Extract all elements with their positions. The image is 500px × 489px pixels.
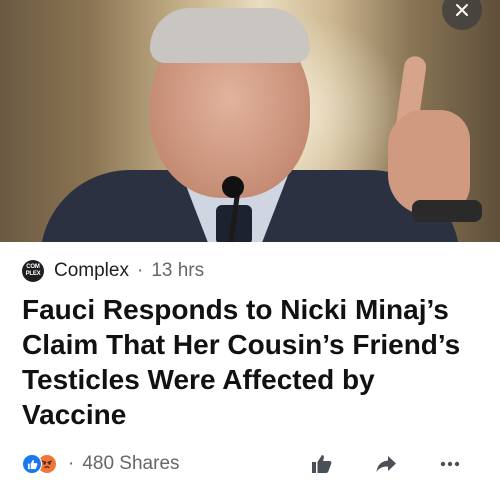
like-button[interactable] xyxy=(308,450,336,478)
article-headline[interactable]: Fauci Responds to Nicki Minaj’s Claim Th… xyxy=(22,292,472,432)
article-image[interactable] xyxy=(0,0,500,242)
reaction-icons[interactable] xyxy=(22,453,62,475)
photo-watch xyxy=(412,200,482,222)
source-logo-text: COMPLEX xyxy=(25,264,41,277)
post-timestamp[interactable]: 13 hrs xyxy=(151,260,204,282)
source-logo[interactable]: COMPLEX xyxy=(22,260,44,282)
thumbs-up-icon xyxy=(312,455,332,473)
more-options-button[interactable] xyxy=(436,450,464,478)
source-separator: · xyxy=(136,260,144,281)
share-count[interactable]: 480 Shares xyxy=(82,453,179,475)
more-dots-icon xyxy=(440,461,460,467)
photo-hair xyxy=(150,8,310,63)
close-icon xyxy=(456,4,468,16)
share-button[interactable] xyxy=(372,450,400,478)
share-arrow-icon xyxy=(376,456,396,472)
photo-microphone xyxy=(222,176,244,198)
post-actions xyxy=(308,450,464,478)
source-row[interactable]: COMPLEX Complex · 13 hrs xyxy=(22,258,204,284)
source-name[interactable]: Complex xyxy=(54,260,129,282)
shares-separator: · xyxy=(68,453,75,474)
post-footer: · 480 Shares xyxy=(22,450,482,478)
like-reaction-icon xyxy=(22,454,42,474)
